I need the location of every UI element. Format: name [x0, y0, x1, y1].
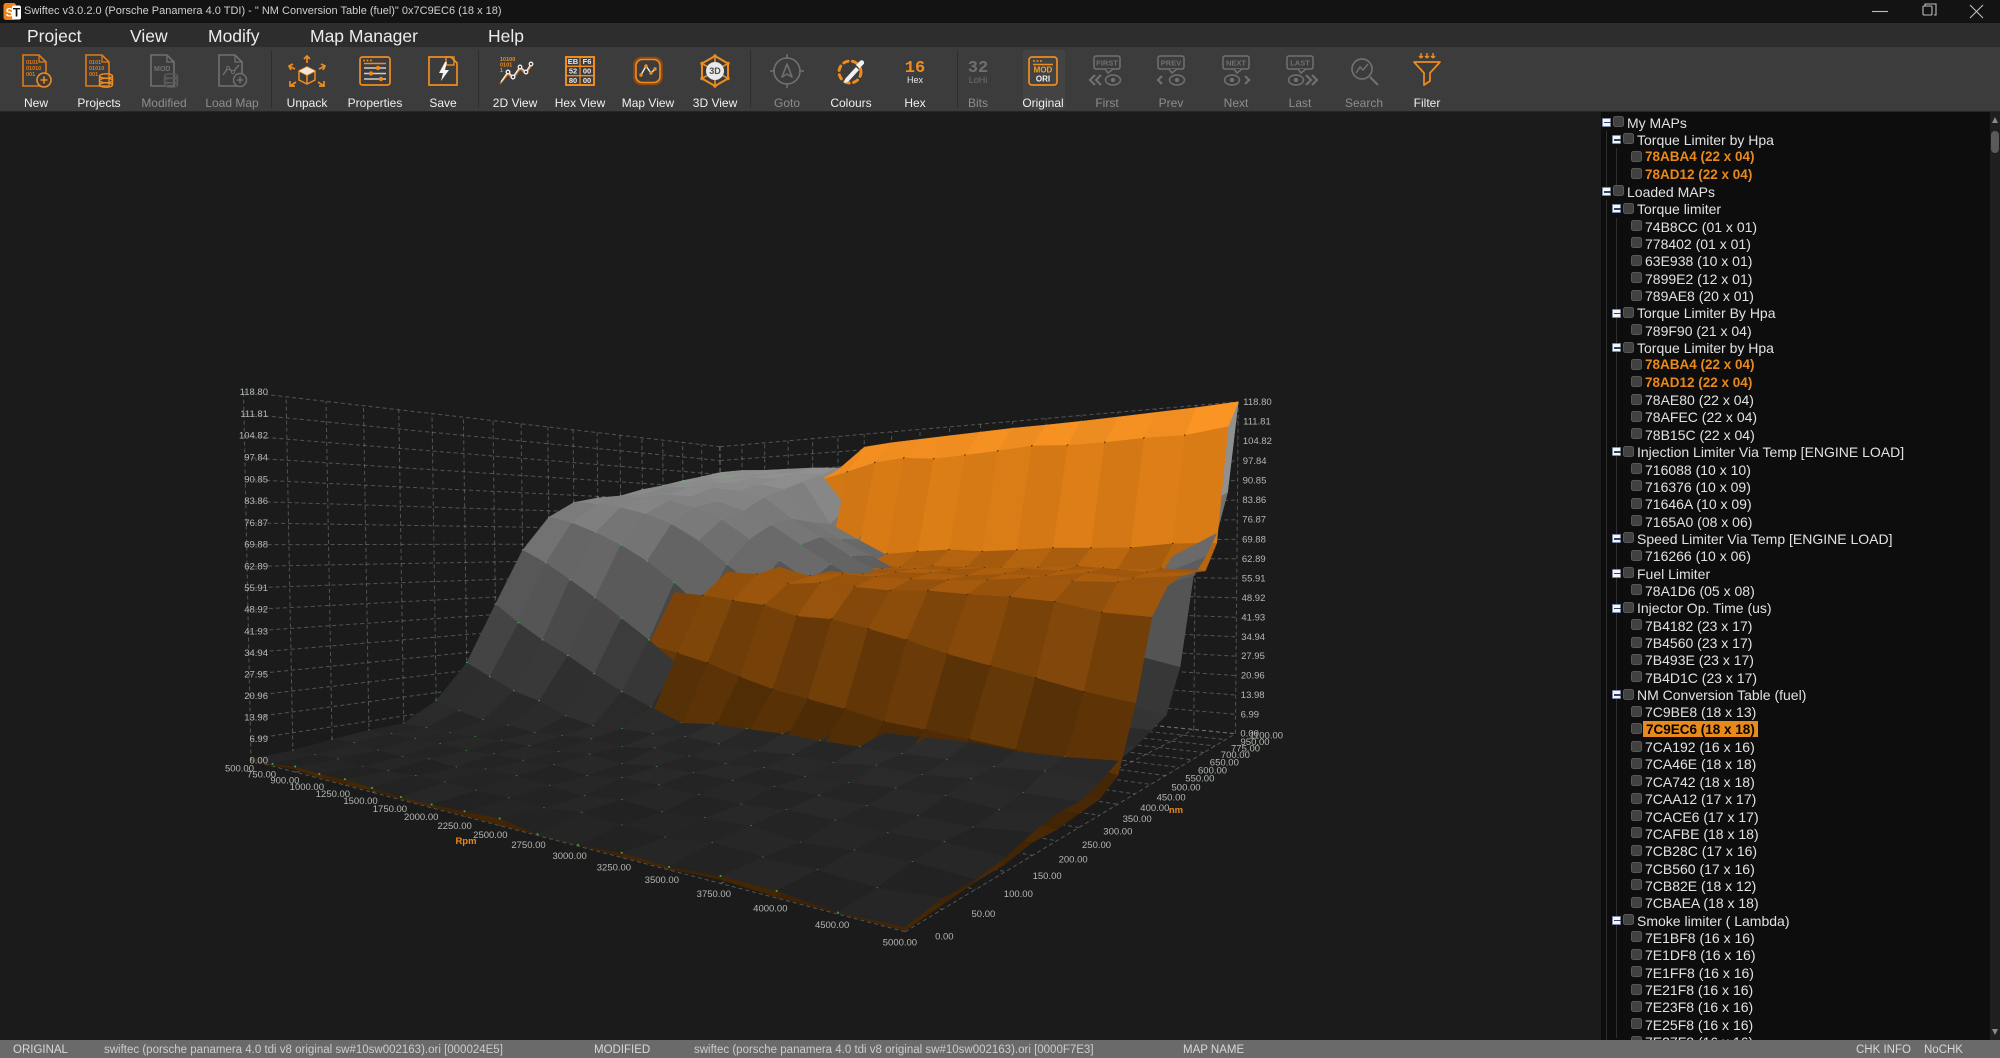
- svg-text:FIRST: FIRST: [1096, 59, 1118, 68]
- svg-text:450.00: 450.00: [1157, 792, 1186, 803]
- svg-text:2750.00: 2750.00: [511, 840, 545, 851]
- svg-text:3750.00: 3750.00: [697, 889, 731, 900]
- svg-text:41.93: 41.93: [244, 626, 268, 637]
- svg-text:200.00: 200.00: [1059, 855, 1088, 866]
- svg-text:300.00: 300.00: [1103, 827, 1132, 838]
- svg-text:69.88: 69.88: [244, 540, 268, 551]
- svg-text:111.81: 111.81: [1243, 417, 1271, 428]
- svg-text:111.81: 111.81: [240, 409, 268, 420]
- svg-text:00: 00: [583, 67, 591, 76]
- svg-text:27.95: 27.95: [244, 670, 268, 681]
- svg-text:20.96: 20.96: [244, 691, 268, 702]
- svg-text:100.00: 100.00: [1004, 889, 1033, 900]
- svg-text:LoHi: LoHi: [969, 75, 988, 85]
- svg-text:NEXT: NEXT: [1226, 59, 1246, 68]
- svg-text:13.98: 13.98: [244, 713, 268, 724]
- svg-text:T: T: [13, 6, 21, 20]
- svg-text:1750.00: 1750.00: [373, 804, 407, 815]
- svg-text:150.00: 150.00: [1033, 871, 1062, 882]
- svg-text:4500.00: 4500.00: [815, 920, 849, 931]
- svg-text:2000.00: 2000.00: [404, 812, 438, 823]
- svg-text:6.99: 6.99: [250, 734, 269, 745]
- svg-text:001: 001: [26, 72, 35, 78]
- svg-text:34.94: 34.94: [244, 648, 268, 659]
- svg-text:34.94: 34.94: [1241, 632, 1265, 643]
- svg-text:97.84: 97.84: [244, 453, 268, 464]
- svg-text:MOD: MOD: [154, 66, 170, 73]
- svg-text:27.95: 27.95: [1241, 651, 1265, 662]
- svg-text:350.00: 350.00: [1123, 814, 1152, 825]
- svg-text:62.89: 62.89: [244, 561, 268, 572]
- svg-text:20.96: 20.96: [1241, 671, 1265, 682]
- svg-text:104.82: 104.82: [239, 431, 268, 442]
- svg-text:4000.00: 4000.00: [753, 904, 787, 915]
- svg-text:EB: EB: [568, 57, 579, 66]
- svg-text:1100.00: 1100.00: [1249, 731, 1283, 742]
- svg-text:41.93: 41.93: [1241, 612, 1265, 623]
- svg-text:400.00: 400.00: [1140, 803, 1169, 814]
- svg-text:001: 001: [89, 72, 98, 78]
- svg-text:76.87: 76.87: [1242, 515, 1266, 526]
- svg-text:83.86: 83.86: [244, 496, 268, 507]
- svg-text:118.80: 118.80: [1243, 397, 1271, 408]
- svg-text:5000.00: 5000.00: [883, 938, 917, 949]
- svg-text:LAST: LAST: [1290, 59, 1310, 68]
- svg-text:1: 1: [500, 68, 503, 74]
- svg-text:0.00: 0.00: [935, 932, 954, 943]
- svg-text:76.87: 76.87: [244, 518, 268, 529]
- svg-text:13.98: 13.98: [1241, 690, 1265, 701]
- svg-text:F6: F6: [583, 57, 592, 66]
- svg-text:00: 00: [583, 76, 591, 85]
- svg-text:250.00: 250.00: [1082, 840, 1111, 851]
- svg-text:104.82: 104.82: [1243, 436, 1272, 447]
- svg-text:PREV: PREV: [1161, 59, 1181, 68]
- svg-text:3500.00: 3500.00: [645, 875, 679, 886]
- svg-text:2250.00: 2250.00: [437, 821, 471, 832]
- svg-text:52: 52: [569, 67, 577, 76]
- svg-text:3250.00: 3250.00: [597, 863, 631, 874]
- svg-text:6.99: 6.99: [1241, 709, 1260, 720]
- svg-text:48.92: 48.92: [244, 605, 268, 616]
- svg-text:nm: nm: [1169, 805, 1183, 816]
- svg-text:ORI: ORI: [1036, 75, 1050, 84]
- svg-text:83.86: 83.86: [1242, 495, 1266, 506]
- svg-text:MOD: MOD: [1034, 66, 1053, 75]
- svg-text:55.91: 55.91: [1242, 573, 1266, 584]
- svg-text:62.89: 62.89: [1242, 554, 1266, 565]
- svg-text:55.91: 55.91: [244, 583, 268, 594]
- svg-text:3000.00: 3000.00: [552, 851, 586, 862]
- svg-text:118.80: 118.80: [240, 387, 268, 398]
- svg-text:48.92: 48.92: [1242, 593, 1266, 604]
- svg-text:80: 80: [569, 76, 577, 85]
- svg-text:Rpm: Rpm: [455, 836, 476, 847]
- svg-text:50.00: 50.00: [972, 909, 996, 920]
- svg-text:90.85: 90.85: [244, 474, 268, 485]
- svg-text:2500.00: 2500.00: [473, 830, 507, 841]
- svg-text:69.88: 69.88: [1242, 534, 1266, 545]
- svg-text:Hex: Hex: [907, 75, 924, 85]
- svg-text:3D: 3D: [709, 66, 721, 76]
- svg-text:97.84: 97.84: [1243, 456, 1267, 467]
- svg-text:90.85: 90.85: [1243, 476, 1267, 487]
